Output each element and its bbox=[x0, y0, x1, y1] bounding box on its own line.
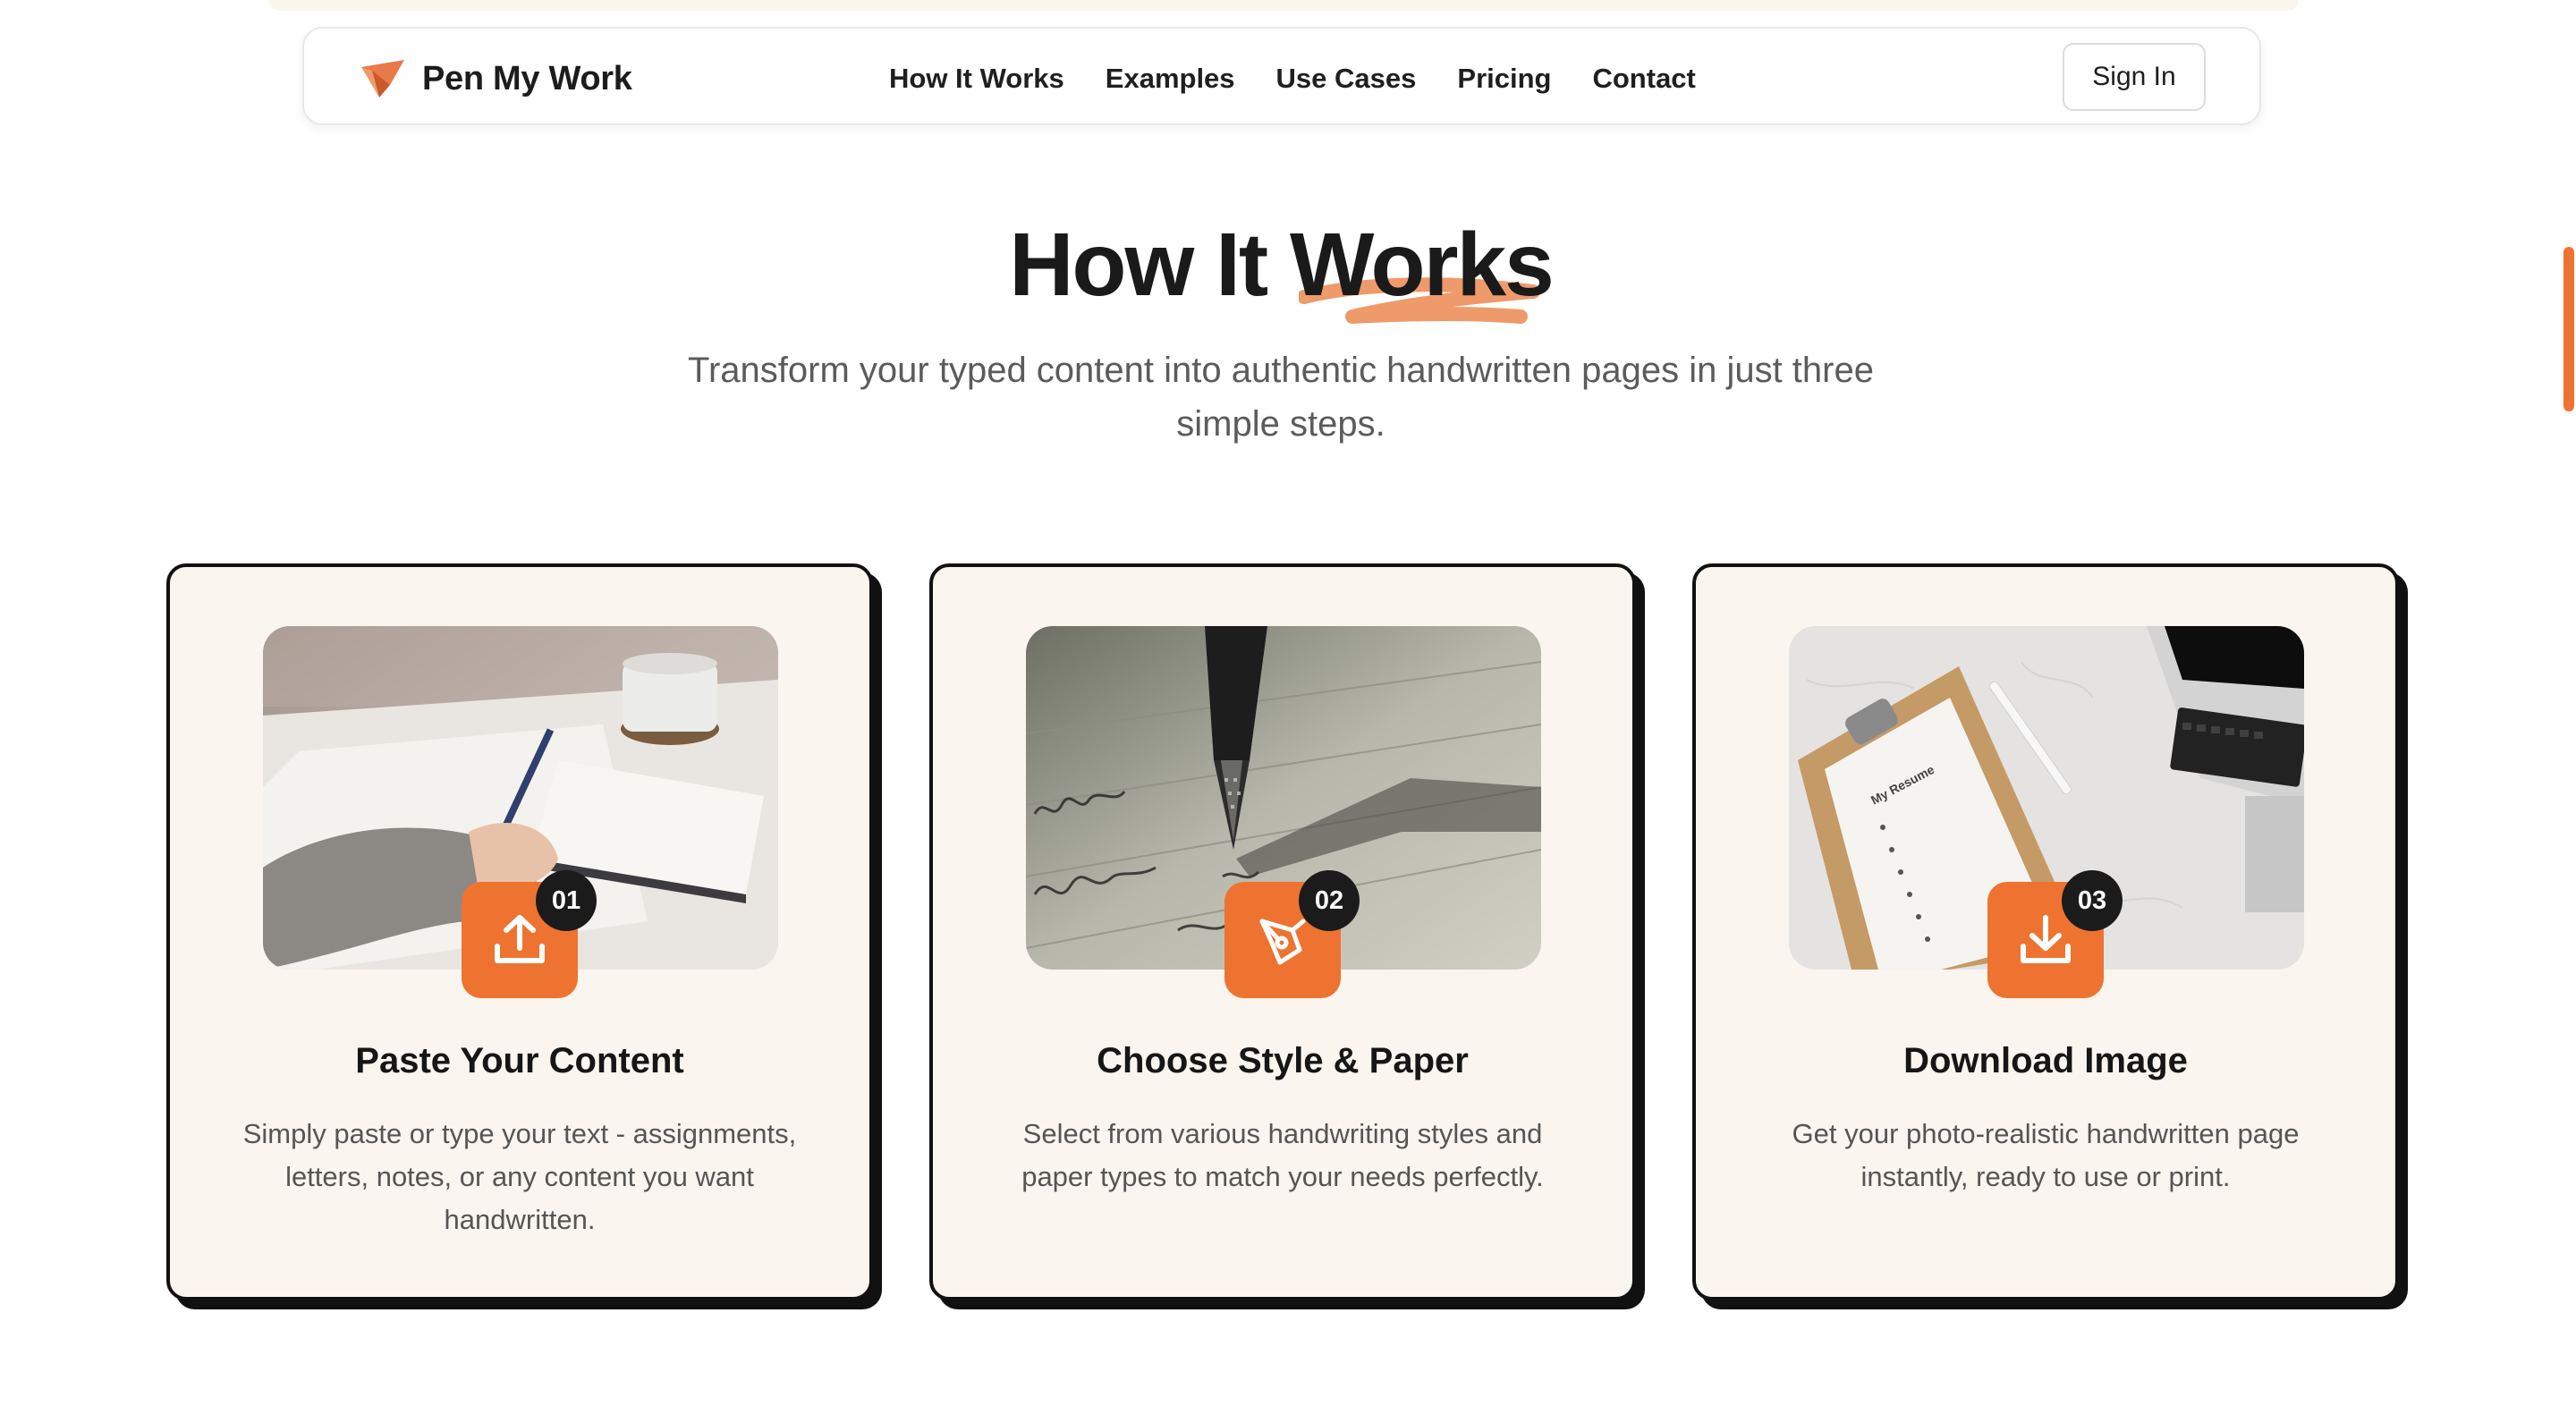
step-number-badge: 02 bbox=[1299, 870, 1360, 931]
step-title: Choose Style & Paper bbox=[1097, 1041, 1469, 1080]
page: Pen My Work How It Works Examples Use Ca… bbox=[0, 0, 2576, 1406]
section-title: How It Works bbox=[0, 211, 2562, 324]
step-number-badge: 03 bbox=[2062, 870, 2123, 931]
section-title-text: How It bbox=[1009, 215, 1290, 315]
paper-plane-logo-icon bbox=[361, 60, 404, 97]
step-title: Download Image bbox=[1903, 1041, 2188, 1080]
upload-icon bbox=[495, 915, 545, 963]
step-description: Simply paste or type your text - assignm… bbox=[242, 1118, 797, 1235]
step-title: Paste Your Content bbox=[355, 1041, 684, 1080]
nav-link-how-it-works[interactable]: How It Works bbox=[889, 61, 1064, 97]
title-highlight: Works bbox=[1289, 211, 1555, 324]
nav-link-contact[interactable]: Contact bbox=[1592, 61, 1695, 97]
nav-link-pricing[interactable]: Pricing bbox=[1457, 61, 1551, 97]
scrollbar-track[interactable] bbox=[2562, 0, 2576, 1406]
brand-name: Pen My Work bbox=[422, 59, 632, 97]
scrollbar-thumb[interactable] bbox=[2563, 247, 2574, 411]
sign-in-button[interactable]: Sign In bbox=[2063, 43, 2206, 111]
step-description: Get your photo-realistic handwritten pag… bbox=[1792, 1118, 2300, 1192]
download-icon bbox=[2021, 915, 2071, 963]
step-number-badge: 01 bbox=[536, 870, 597, 931]
nav-link-use-cases[interactable]: Use Cases bbox=[1276, 61, 1417, 97]
section-subtitle: Transform your typed content into authen… bbox=[688, 351, 1874, 444]
step-card-1: 01 Paste Your Content Simply paste or ty… bbox=[166, 563, 873, 1300]
title-highlight-text: Works bbox=[1289, 215, 1555, 315]
brand-link[interactable]: Pen My Work bbox=[360, 59, 632, 98]
navbar: Pen My Work How It Works Examples Use Ca… bbox=[302, 27, 2261, 125]
step-card-2: 02 Choose Style & Paper Select from vari… bbox=[929, 563, 1636, 1300]
top-strip bbox=[268, 0, 2299, 11]
nav-links: How It Works Examples Use Cases Pricing … bbox=[889, 61, 1737, 97]
step-card-3: My Resume 03 Download Image Get your pho… bbox=[1692, 563, 2399, 1300]
pen-nib-icon bbox=[1259, 919, 1306, 965]
nav-link-examples[interactable]: Examples bbox=[1106, 61, 1235, 97]
step-description: Select from various handwriting styles a… bbox=[1021, 1118, 1544, 1192]
